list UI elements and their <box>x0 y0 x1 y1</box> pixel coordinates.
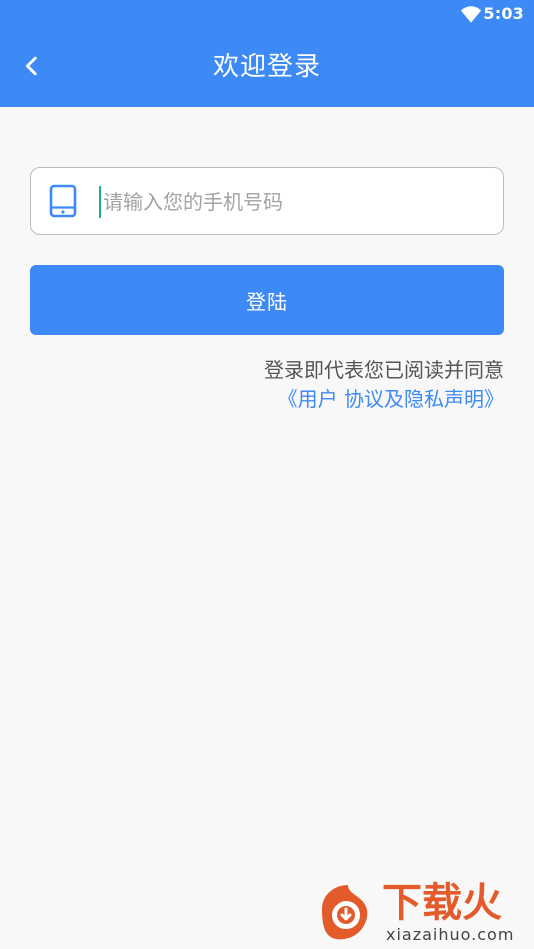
download-flame-logo-icon <box>312 881 376 945</box>
privacy-agreement-link[interactable]: 《用户 协议及隐私声明》 <box>30 385 504 414</box>
phone-number-input[interactable] <box>99 186 483 218</box>
status-bar: 5:03 <box>0 0 534 28</box>
top-app-bar: 5:03 欢迎登录 <box>0 0 534 107</box>
phone-field[interactable] <box>30 167 504 235</box>
status-time: 5:03 <box>483 4 524 23</box>
agreement: 登录即代表您已阅读并同意 《用户 协议及隐私声明》 <box>30 356 504 414</box>
login-button[interactable]: 登陆 <box>30 265 504 335</box>
wifi-icon <box>460 4 482 24</box>
watermark-site: xiazaihuo.com <box>386 925 515 944</box>
login-button-label: 登陆 <box>246 289 288 314</box>
watermark-brand: 下载火 <box>382 880 502 926</box>
app-header: 欢迎登录 <box>0 28 534 107</box>
tablet-icon <box>49 184 77 218</box>
agreement-text: 登录即代表您已阅读并同意 <box>264 358 504 382</box>
page-title: 欢迎登录 <box>212 52 321 82</box>
watermark: 下载火 xiazaihuo.com <box>312 877 534 949</box>
